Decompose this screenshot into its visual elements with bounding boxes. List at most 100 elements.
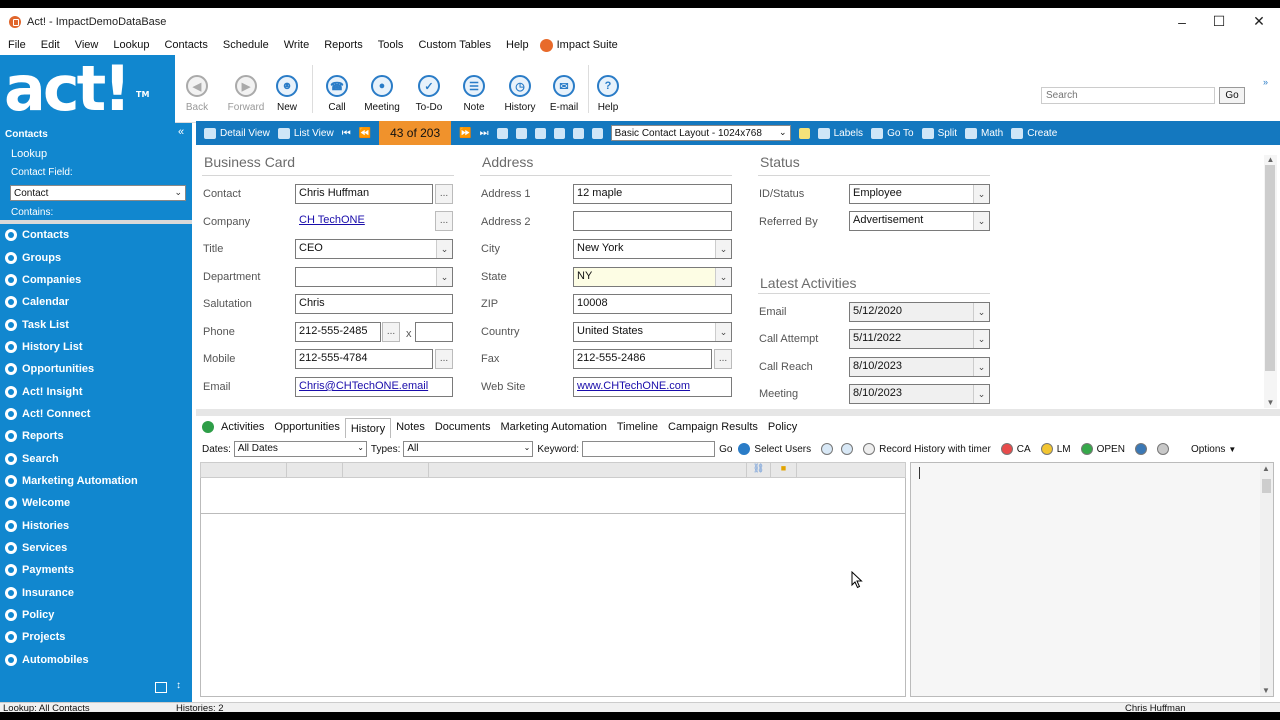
- nav-item-histories[interactable]: Histories: [0, 514, 192, 536]
- tab-notes[interactable]: Notes: [391, 417, 430, 437]
- meeting-button[interactable]: ● Meeting: [363, 55, 401, 119]
- attach-button[interactable]: [572, 127, 584, 139]
- layout-select[interactable]: Basic Contact Layout - 1024x768 ⌄: [610, 125, 791, 141]
- types-select[interactable]: All ⌄: [403, 441, 534, 457]
- scroll-up-icon[interactable]: ▲: [1262, 464, 1270, 473]
- select-users-button[interactable]: Select Users: [738, 443, 811, 455]
- scroll-down-icon[interactable]: ▼: [1262, 686, 1270, 695]
- extension-field[interactable]: [415, 322, 453, 342]
- collapse-nav-icon[interactable]: «: [178, 126, 184, 138]
- next-record-button[interactable]: ⏩: [459, 128, 471, 139]
- nav-item-contacts[interactable]: Contacts: [0, 224, 192, 246]
- edit-button[interactable]: [553, 127, 565, 139]
- menu-help[interactable]: Help: [498, 39, 536, 51]
- filter-options-button[interactable]: [821, 443, 837, 455]
- search-go-button[interactable]: Go: [1219, 87, 1245, 104]
- title-field[interactable]: CEO ⌄: [295, 239, 453, 259]
- nav-item-policy[interactable]: Policy: [0, 604, 192, 626]
- menu-impact-suite[interactable]: Impact Suite: [536, 38, 625, 52]
- nav-item-insurance[interactable]: Insurance: [0, 582, 192, 604]
- record-history-button[interactable]: Record History with timer: [863, 443, 991, 455]
- dates-select[interactable]: All Dates ⌄: [233, 441, 367, 457]
- company-link[interactable]: CH TechONE: [299, 214, 365, 226]
- meeting-field[interactable]: 8/10/2023 ⌄: [849, 384, 990, 404]
- latest-email-field[interactable]: 5/12/2020 ⌄: [849, 302, 990, 322]
- contact-ellipsis-button[interactable]: ...: [435, 184, 453, 204]
- labels-button[interactable]: Labels: [817, 127, 863, 139]
- menu-file[interactable]: File: [0, 39, 33, 51]
- menu-custom-tables[interactable]: Custom Tables: [410, 39, 498, 51]
- menu-lookup[interactable]: Lookup: [105, 39, 156, 51]
- detail-view-button[interactable]: Detail View: [204, 127, 270, 139]
- forward-button[interactable]: ▶ Forward: [226, 55, 266, 119]
- zip-field[interactable]: 10008: [573, 294, 732, 314]
- id-status-field[interactable]: Employee ⌄: [849, 184, 990, 204]
- fax-field[interactable]: 212-555-2486: [573, 349, 712, 369]
- website-field[interactable]: www.CHTechONE.com: [573, 377, 732, 397]
- detail-pane-scrollbar[interactable]: ▲ ▼: [1260, 463, 1273, 696]
- tab-campaign-results[interactable]: Campaign Results: [663, 417, 763, 437]
- nav-item-projects[interactable]: Projects: [0, 626, 192, 648]
- help-button[interactable]: ? Help: [596, 55, 620, 119]
- close-button[interactable]: ✕: [1239, 8, 1279, 35]
- notes-button[interactable]: [798, 127, 810, 139]
- menu-tools[interactable]: Tools: [370, 39, 411, 51]
- call-attempt-field[interactable]: 5/11/2022 ⌄: [849, 329, 990, 349]
- column-header[interactable]: [287, 463, 343, 478]
- expand-toolbar-icon[interactable]: »: [1263, 77, 1268, 87]
- menu-edit[interactable]: Edit: [33, 39, 67, 51]
- history-detail-pane[interactable]: ▲ ▼: [910, 462, 1274, 697]
- nav-item-reports[interactable]: Reports: [0, 425, 192, 447]
- save-button[interactable]: [496, 127, 508, 139]
- new-button[interactable]: ☻ New: [275, 55, 299, 119]
- country-field[interactable]: United States ⌄: [573, 322, 732, 342]
- nav-item-welcome[interactable]: Welcome: [0, 492, 192, 514]
- call-button[interactable]: ☎ Call: [325, 55, 349, 119]
- nav-item-services[interactable]: Services: [0, 537, 192, 559]
- mobile-field[interactable]: 212-555-4784: [295, 349, 433, 369]
- search-input[interactable]: [1041, 87, 1215, 104]
- last-record-button[interactable]: ⏭: [480, 128, 489, 139]
- back-button[interactable]: ◀ Back: [185, 55, 209, 119]
- referred-by-field[interactable]: Advertisement ⌄: [849, 211, 990, 231]
- nav-item-groups[interactable]: Groups: [0, 246, 192, 268]
- menu-reports[interactable]: Reports: [316, 39, 370, 51]
- create-button[interactable]: Create: [1011, 127, 1057, 139]
- nav-expand-icon[interactable]: ↕: [176, 680, 181, 691]
- scroll-down-icon[interactable]: ▼: [1264, 398, 1277, 408]
- lm-button[interactable]: LM: [1040, 443, 1071, 455]
- tab-documents[interactable]: Documents: [430, 417, 496, 437]
- scrollbar-thumb[interactable]: [1265, 165, 1275, 371]
- scroll-up-icon[interactable]: ▲: [1264, 155, 1277, 165]
- tab-history[interactable]: History: [344, 418, 392, 438]
- phone-ellipsis-button[interactable]: ...: [382, 322, 400, 342]
- split-button[interactable]: Split: [921, 127, 957, 139]
- fax-ellipsis-button[interactable]: ...: [714, 349, 732, 369]
- nav-item-search[interactable]: Search: [0, 447, 192, 469]
- math-button[interactable]: Math: [965, 127, 1003, 139]
- ca-button[interactable]: CA: [1000, 443, 1031, 455]
- options-menu[interactable]: Options ▼: [1191, 444, 1236, 455]
- address1-field[interactable]: 12 maple: [573, 184, 732, 204]
- maximize-button[interactable]: ☐: [1199, 8, 1239, 35]
- nav-item-calendar[interactable]: Calendar: [0, 291, 192, 313]
- tab-marketing-automation[interactable]: Marketing Automation: [495, 417, 611, 437]
- nav-item-opportunities[interactable]: Opportunities: [0, 358, 192, 380]
- contact-field[interactable]: Chris Huffman: [295, 184, 433, 204]
- minimize-button[interactable]: –: [1162, 8, 1202, 35]
- history-button[interactable]: ◷ History: [503, 55, 537, 119]
- map-button[interactable]: [591, 127, 603, 139]
- attachment-column-icon[interactable]: ⛓: [747, 463, 771, 478]
- address2-field[interactable]: [573, 211, 732, 231]
- tab-activities[interactable]: Activities: [216, 417, 269, 437]
- department-field[interactable]: ⌄: [295, 267, 453, 287]
- gray-status-button[interactable]: [1156, 443, 1173, 455]
- state-field[interactable]: NY ⌄: [573, 267, 732, 287]
- nav-item-payments[interactable]: Payments: [0, 559, 192, 581]
- menu-schedule[interactable]: Schedule: [215, 39, 276, 51]
- nav-item-marketing-automation[interactable]: Marketing Automation: [0, 470, 192, 492]
- tab-opportunities[interactable]: Opportunities: [269, 417, 344, 437]
- list-view-button[interactable]: List View: [277, 127, 334, 139]
- detail-scrollbar[interactable]: ▲ ▼: [1264, 155, 1277, 408]
- email-field[interactable]: Chris@CHTechONE.email: [295, 377, 453, 397]
